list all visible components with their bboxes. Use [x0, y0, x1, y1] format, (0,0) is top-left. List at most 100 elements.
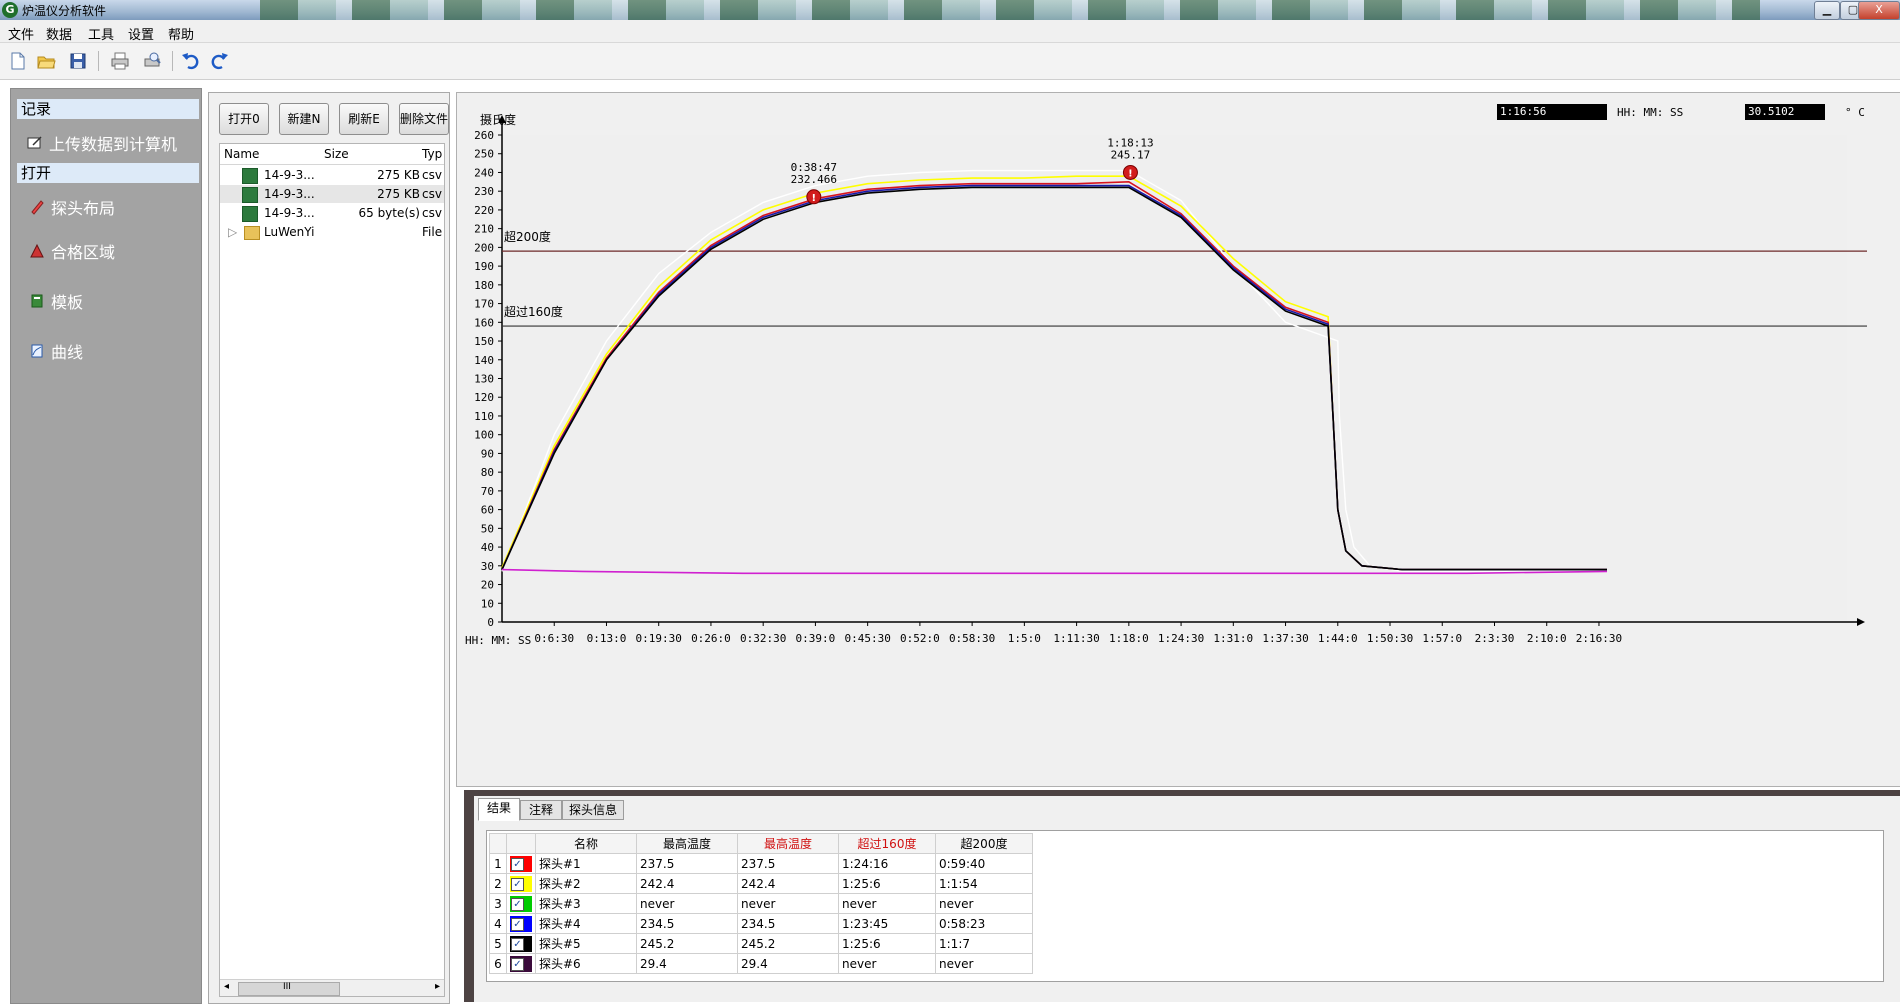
visibility-checkbox[interactable]: ✓ [511, 857, 524, 871]
open-folder-icon[interactable] [36, 51, 56, 71]
horizontal-scrollbar[interactable]: ◂ III ▸ [220, 979, 444, 996]
redo-icon[interactable] [210, 51, 230, 71]
folder-row[interactable]: ▷ LuWenYi File [220, 223, 444, 241]
nav-item-probe-layout[interactable]: 探头布局 [29, 195, 115, 219]
file-list[interactable]: Name Size Typ 14-9-3... 275 KB csv 14-9-… [219, 143, 445, 997]
x-axis-label: HH: MM: SS [465, 634, 531, 647]
refresh-button[interactable]: 刷新E [339, 103, 389, 135]
visibility-checkbox[interactable]: ✓ [511, 897, 524, 911]
color-swatch: ✓ [510, 875, 532, 892]
temperature-chart[interactable]: 0 10 20 30 40 50 60 70 80 90 100 110 120 130 140 150 160… [457, 93, 1900, 786]
visibility-checkbox[interactable]: ✓ [511, 937, 524, 951]
x-tick-label: 2:3:30 [1475, 632, 1515, 645]
x-tick-label: 0:19:30 [636, 632, 682, 645]
menu-data[interactable]: 数据 [46, 24, 72, 43]
table-row[interactable]: 4 ✓ 探头#4 234.5 234.5 1:23:45 0:58:23 [489, 913, 1033, 934]
menu-file[interactable]: 文件 [8, 24, 34, 43]
probe-max-temp: 242.4 [636, 873, 738, 894]
table-row[interactable]: 6 ✓ 探头#6 29.4 29.4 never never [489, 953, 1033, 974]
x-tick-label: 0:26:0 [691, 632, 731, 645]
close-button[interactable]: X [1858, 1, 1900, 20]
file-row[interactable]: 14-9-3... 275 KB csv [220, 185, 444, 203]
print-preview-icon[interactable] [142, 51, 162, 71]
menu-tools[interactable]: 工具 [88, 24, 114, 43]
upload-icon [27, 136, 42, 149]
nav-section-record[interactable]: 记录 [17, 99, 199, 119]
column-header-name[interactable]: Name [224, 147, 259, 161]
nav-item-label: 曲线 [51, 343, 84, 362]
y-tick-label: 260 [474, 129, 494, 142]
delete-file-button[interactable]: 删除文件 [399, 103, 449, 135]
y-tick-label: 0 [487, 616, 494, 629]
scrollbar-thumb[interactable]: III [238, 982, 340, 996]
nav-item-qualified-zone[interactable]: 合格区域 [29, 239, 115, 263]
y-tick-label: 190 [474, 260, 494, 273]
y-tick-label: 240 [474, 166, 494, 179]
probe-max-temp-2: 237.5 [737, 853, 839, 874]
menu-bar: 文件 数据 工具 设置 帮助 [0, 20, 1900, 43]
file-row[interactable]: 14-9-3... 275 KB csv [220, 166, 444, 184]
probe-color-swatch: ✓ [506, 953, 536, 974]
scroll-right-icon[interactable]: ▸ [435, 981, 440, 992]
scroll-left-icon[interactable]: ◂ [224, 981, 229, 992]
row-index: 2 [489, 873, 507, 894]
tab-probe-info[interactable]: 探头信息 [562, 800, 624, 820]
probe-over-200: 1:1:7 [935, 933, 1033, 954]
tab-results[interactable]: 结果 [478, 798, 520, 821]
y-tick-label: 120 [474, 391, 494, 404]
table-row[interactable]: 2 ✓ 探头#2 242.4 242.4 1:25:6 1:1:54 [489, 873, 1033, 894]
nav-item-curve[interactable]: 曲线 [29, 339, 83, 363]
visibility-checkbox[interactable]: ✓ [511, 917, 524, 931]
column-header-type[interactable]: Typ [422, 147, 442, 161]
probe-over-160: 1:23:45 [838, 913, 936, 934]
file-panel: 打开0 新建N 刷新E 删除文件 Name Size Typ 14-9-3...… [208, 92, 450, 1004]
new-button[interactable]: 新建N [279, 103, 329, 135]
y-tick-label: 250 [474, 148, 494, 161]
results-grid[interactable]: 名称 最高温度 最高温度 超过160度 超200度 1 ✓ 探头#1 237.5 237… [486, 830, 1884, 982]
y-tick-label: 170 [474, 298, 494, 311]
x-tick-label: 0:58:30 [949, 632, 995, 645]
open-button[interactable]: 打开0 [219, 103, 269, 135]
probe-name: 探头#5 [535, 933, 637, 954]
undo-icon[interactable] [180, 51, 200, 71]
tab-notes[interactable]: 注释 [520, 800, 562, 820]
table-row[interactable]: 5 ✓ 探头#5 245.2 245.2 1:25:6 1:1:7 [489, 933, 1033, 954]
print-icon[interactable] [110, 51, 130, 71]
column-header-name[interactable]: 名称 [535, 833, 637, 854]
probe-color-swatch: ✓ [506, 933, 536, 954]
row-index: 3 [489, 893, 507, 914]
y-tick-label: 40 [481, 541, 494, 554]
probe-over-160: never [838, 893, 936, 914]
minimize-button[interactable]: ▁ [1814, 1, 1840, 20]
file-row[interactable]: 14-9-3... 65 byte(s) csv [220, 204, 444, 222]
save-icon[interactable] [68, 51, 88, 71]
navigation-panel: 记录 上传数据到计算机 打开 探头布局 合格区域 模板 曲线 [10, 88, 202, 1004]
row-index: 4 [489, 913, 507, 934]
column-header-over-200[interactable]: 超200度 [935, 833, 1033, 854]
probe-over-200: never [935, 893, 1033, 914]
probe-name: 探头#2 [535, 873, 637, 894]
file-type: csv [422, 206, 442, 220]
probe-name: 探头#6 [535, 953, 637, 974]
x-tick-label: 1:37:30 [1262, 632, 1308, 645]
y-tick-label: 140 [474, 354, 494, 367]
menu-help[interactable]: 帮助 [168, 24, 194, 43]
column-header-max-temp-2[interactable]: 最高温度 [737, 833, 839, 854]
color-swatch: ✓ [510, 855, 532, 872]
column-header-over-160[interactable]: 超过160度 [838, 833, 936, 854]
table-row[interactable]: 1 ✓ 探头#1 237.5 237.5 1:24:16 0:59:40 [489, 853, 1033, 874]
new-file-icon[interactable] [8, 51, 28, 71]
table-row[interactable]: 3 ✓ 探头#3 never never never never [489, 893, 1033, 914]
nav-section-open[interactable]: 打开 [17, 163, 199, 183]
column-header-size[interactable]: Size [324, 147, 349, 161]
nav-item-upload[interactable]: 上传数据到计算机 [27, 131, 177, 155]
visibility-checkbox[interactable]: ✓ [511, 957, 524, 971]
expand-arrow-icon[interactable]: ▷ [228, 225, 237, 239]
x-tick-label: 1:18:0 [1109, 632, 1149, 645]
menu-settings[interactable]: 设置 [128, 24, 154, 43]
nav-item-template[interactable]: 模板 [29, 289, 83, 313]
column-header-max-temp[interactable]: 最高温度 [636, 833, 738, 854]
color-swatch: ✓ [510, 915, 532, 932]
toolbar-separator [172, 51, 173, 71]
visibility-checkbox[interactable]: ✓ [511, 877, 524, 891]
